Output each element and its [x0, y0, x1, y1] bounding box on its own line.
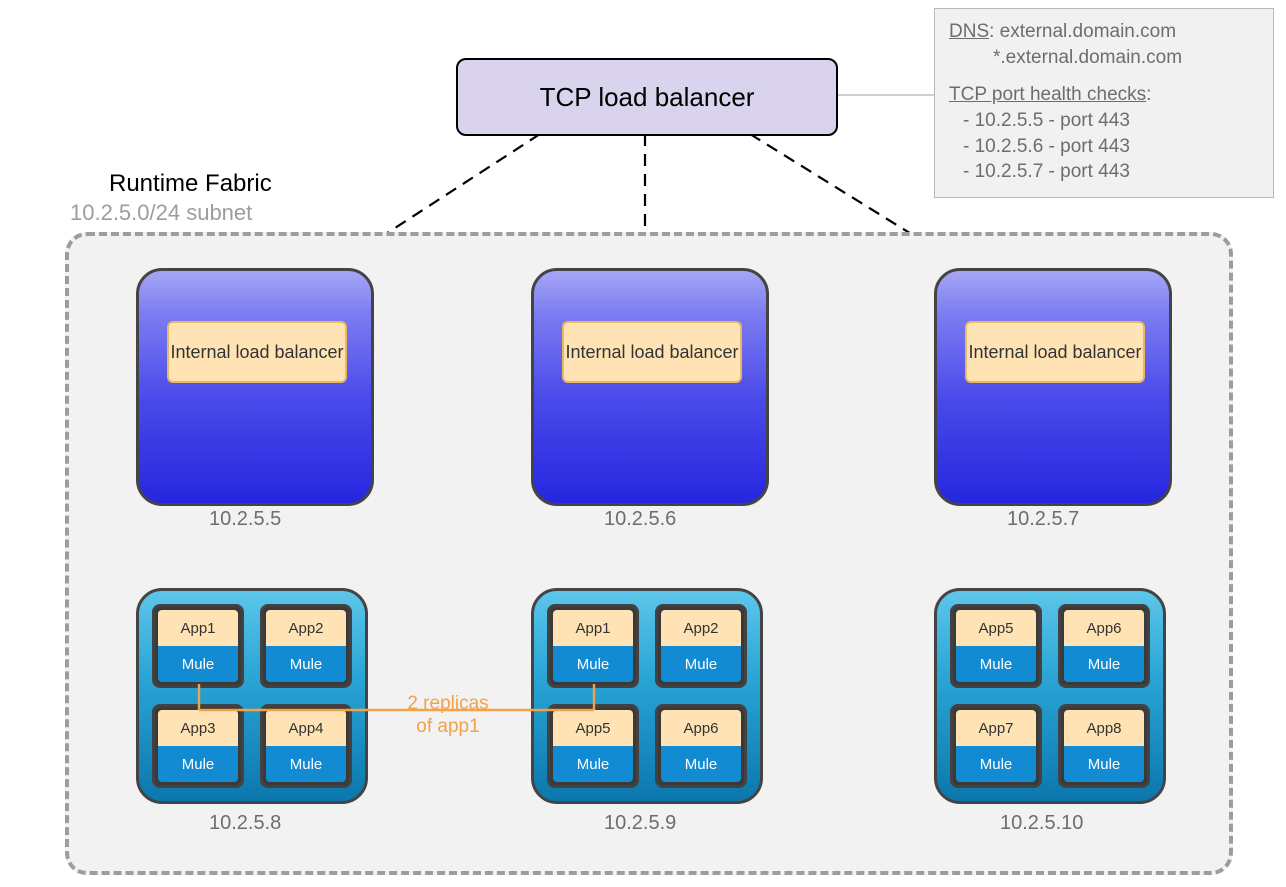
app-cell-0-2: App3 Mule [152, 704, 244, 788]
app-cell-2-2: App7 Mule [950, 704, 1042, 788]
controller-ip-1: 10.2.5.6 [604, 508, 676, 531]
controller-node-2: Internal load balancer [934, 268, 1172, 506]
worker-node-0: App1 Mule App2 Mule App3 Mule App4 Mule [136, 588, 368, 804]
dns-wildcard: *.external.domain.com [949, 45, 1261, 71]
app-label: App3 [158, 710, 238, 746]
replicas-line1: 2 replicas [388, 693, 508, 716]
replicas-label: 2 replicas of app1 [388, 693, 508, 739]
app-label: App6 [1064, 610, 1144, 646]
app-cell-1-0: App1 Mule [547, 604, 639, 688]
health-check-0: - 10.2.5.5 - port 443 [949, 108, 1261, 134]
health-colon: : [1146, 84, 1151, 105]
app-cell-0-0: App1 Mule [152, 604, 244, 688]
controller-node-1: Internal load balancer [531, 268, 769, 506]
replicas-line2: of app1 [388, 716, 508, 739]
app-label: App8 [1064, 710, 1144, 746]
runtime-fabric-subnet: 10.2.5.0/24 subnet [70, 200, 252, 226]
ilb-label-0: Internal load balancer [170, 342, 343, 363]
dns-primary: : external.domain.com [989, 21, 1176, 42]
worker-grid-1: App1 Mule App2 Mule App5 Mule App6 Mule [546, 603, 748, 789]
controller-ip-0: 10.2.5.5 [209, 508, 281, 531]
internal-load-balancer-0: Internal load balancer [167, 321, 347, 383]
runtime-label: Mule [956, 746, 1036, 782]
health-check-1: - 10.2.5.6 - port 443 [949, 134, 1261, 160]
runtime-label: Mule [158, 746, 238, 782]
controller-ip-2: 10.2.5.7 [1007, 508, 1079, 531]
runtime-label: Mule [158, 646, 238, 682]
runtime-label: Mule [1064, 646, 1144, 682]
worker-grid-2: App5 Mule App6 Mule App7 Mule App8 Mule [949, 603, 1151, 789]
app-label: App5 [553, 710, 633, 746]
connector-tcp-to-info [835, 94, 947, 96]
ilb-label-2: Internal load balancer [968, 342, 1141, 363]
runtime-label: Mule [266, 746, 346, 782]
runtime-label: Mule [553, 746, 633, 782]
worker-node-1: App1 Mule App2 Mule App5 Mule App6 Mule [531, 588, 763, 804]
app-label: App6 [661, 710, 741, 746]
runtime-label: Mule [1064, 746, 1144, 782]
app-label: App7 [956, 710, 1036, 746]
controller-node-0: Internal load balancer [136, 268, 374, 506]
app-cell-0-3: App4 Mule [260, 704, 352, 788]
dns-line: DNS: external.domain.com [949, 19, 1261, 45]
app-cell-2-3: App8 Mule [1058, 704, 1150, 788]
app-label: App2 [266, 610, 346, 646]
internal-load-balancer-2: Internal load balancer [965, 321, 1145, 383]
app-cell-0-1: App2 Mule [260, 604, 352, 688]
worker-ip-0: 10.2.5.8 [209, 812, 281, 835]
runtime-label: Mule [661, 646, 741, 682]
worker-node-2: App5 Mule App6 Mule App7 Mule App8 Mule [934, 588, 1166, 804]
app-cell-2-0: App5 Mule [950, 604, 1042, 688]
runtime-label: Mule [553, 646, 633, 682]
app-cell-1-1: App2 Mule [655, 604, 747, 688]
app-cell-2-1: App6 Mule [1058, 604, 1150, 688]
internal-load-balancer-1: Internal load balancer [562, 321, 742, 383]
app-cell-1-3: App6 Mule [655, 704, 747, 788]
worker-ip-1: 10.2.5.9 [604, 812, 676, 835]
health-label-row: TCP port health checks: [949, 82, 1261, 108]
diagram-canvas: TCP load balancer DNS: external.domain.c… [0, 0, 1286, 887]
app-label: App4 [266, 710, 346, 746]
info-box: DNS: external.domain.com *.external.doma… [934, 8, 1274, 198]
health-label: TCP port health checks [949, 84, 1146, 105]
tcp-lb-label: TCP load balancer [540, 82, 755, 113]
worker-grid-0: App1 Mule App2 Mule App3 Mule App4 Mule [151, 603, 353, 789]
dns-label: DNS [949, 21, 989, 42]
app-label: App2 [661, 610, 741, 646]
ilb-label-1: Internal load balancer [565, 342, 738, 363]
tcp-load-balancer: TCP load balancer [456, 58, 838, 136]
worker-ip-2: 10.2.5.10 [1000, 812, 1083, 835]
runtime-label: Mule [661, 746, 741, 782]
runtime-label: Mule [956, 646, 1036, 682]
app-label: App5 [956, 610, 1036, 646]
app-label: App1 [158, 610, 238, 646]
app-label: App1 [553, 610, 633, 646]
app-cell-1-2: App5 Mule [547, 704, 639, 788]
runtime-label: Mule [266, 646, 346, 682]
health-check-2: - 10.2.5.7 - port 443 [949, 159, 1261, 185]
runtime-fabric-title: Runtime Fabric [109, 170, 272, 198]
